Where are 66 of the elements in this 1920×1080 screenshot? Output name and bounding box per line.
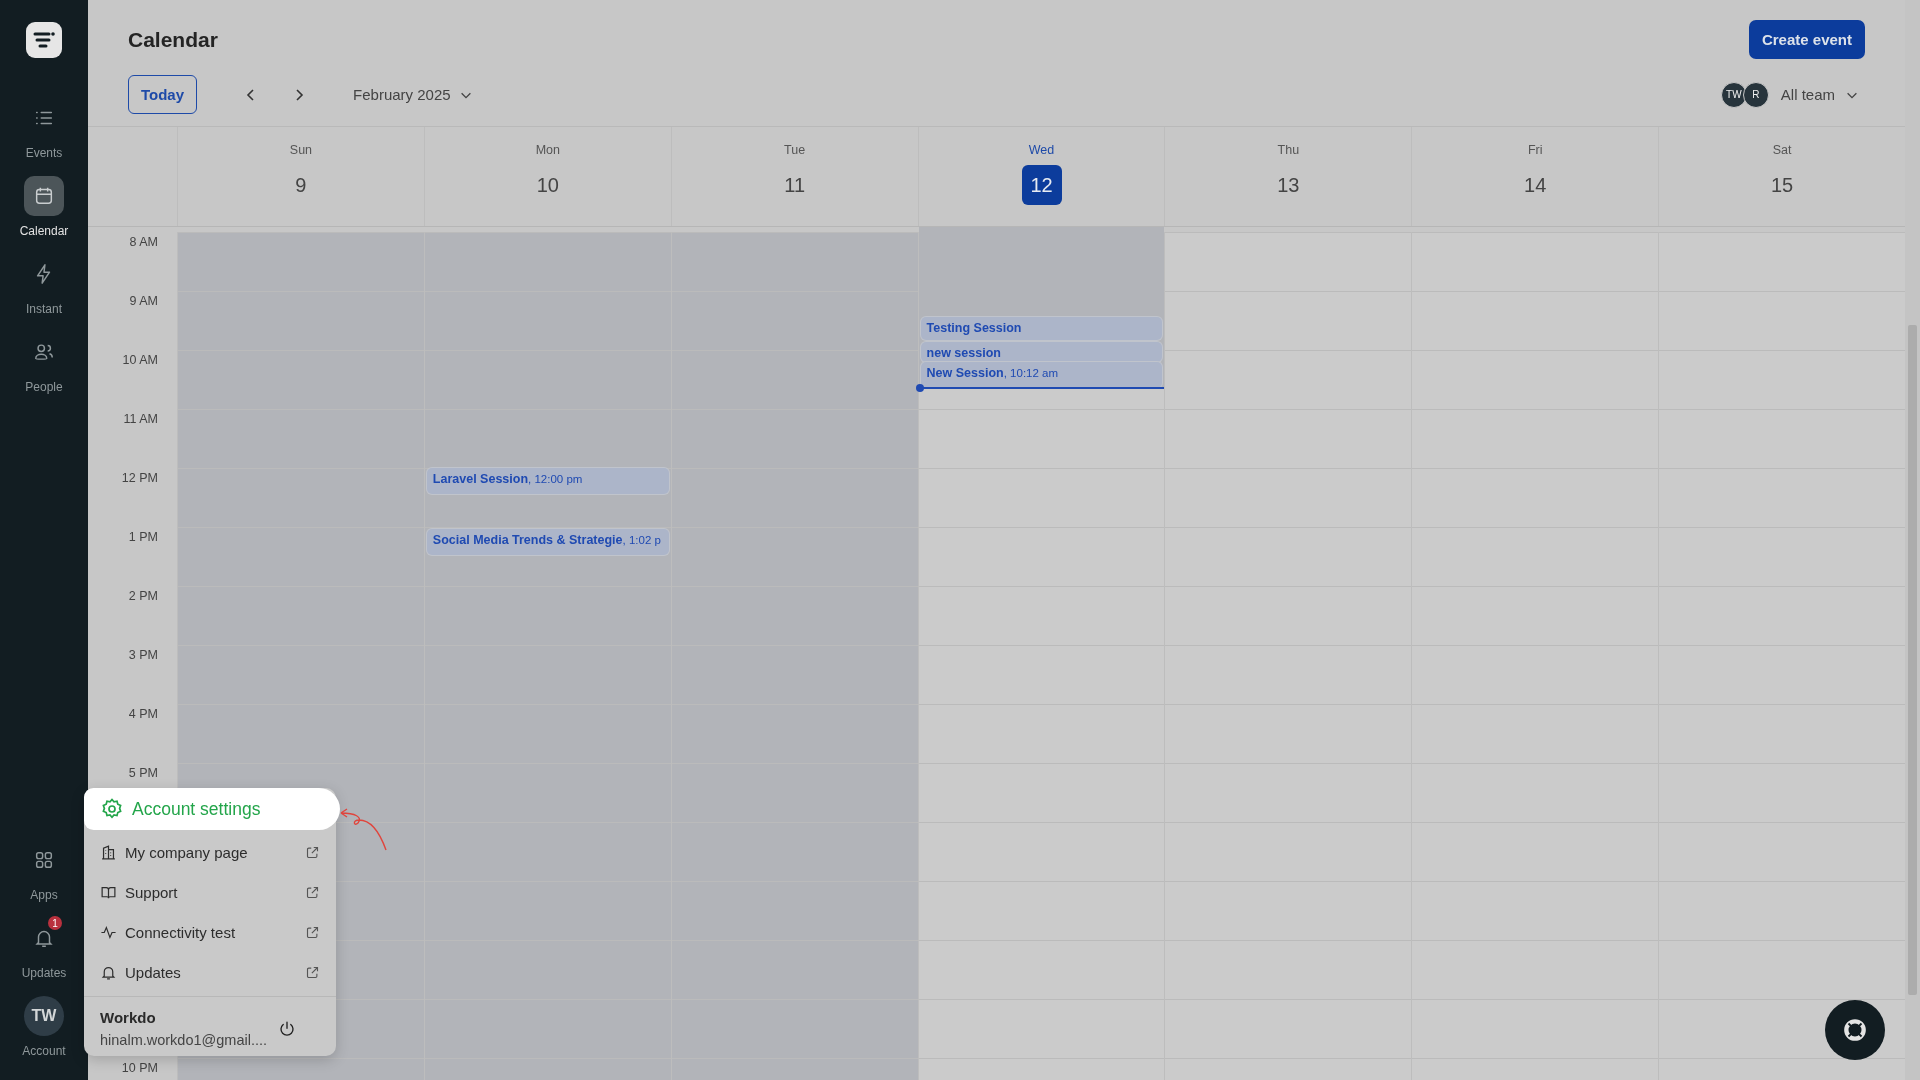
hour-label: 3 PM xyxy=(127,648,158,662)
logo-icon[interactable] xyxy=(26,22,62,58)
team-dropdown[interactable]: All team xyxy=(1774,85,1865,104)
month-picker[interactable]: February 2025 xyxy=(347,85,479,104)
external-link-icon xyxy=(305,924,320,940)
calendar-event[interactable]: New Session, 10:12 am xyxy=(920,361,1163,388)
external-link-icon xyxy=(305,884,320,900)
account-nav-item[interactable]: TW Account xyxy=(4,996,84,1058)
today-button[interactable]: Today xyxy=(128,75,198,114)
sidebar-nav-item[interactable]: Apps xyxy=(4,840,84,902)
team-avatar: TW xyxy=(1720,81,1747,108)
hour-label: 12 PM xyxy=(120,471,158,485)
hour-label: 4 PM xyxy=(127,707,158,721)
weekday-label: Tue xyxy=(784,143,806,157)
calendar-event[interactable]: Testing Session xyxy=(920,316,1163,340)
menu-item[interactable]: Updates xyxy=(84,952,336,992)
create-event-button[interactable]: Create event xyxy=(1748,20,1865,59)
hour-label: 1 PM xyxy=(127,530,158,544)
hour-label: 2 PM xyxy=(127,589,158,603)
day-number[interactable]: 10 xyxy=(527,165,568,205)
notification-badge: 1 xyxy=(48,916,62,930)
account-email: hinalm.workdo1@gmail.... xyxy=(100,1032,268,1048)
hour-label: 10 AM xyxy=(121,353,158,367)
weekday-label: Thu xyxy=(1277,143,1300,157)
weekday-label: Sat xyxy=(1772,143,1792,157)
weekday-label: Mon xyxy=(535,143,560,157)
calendar-icon xyxy=(33,185,55,207)
day-number[interactable]: 14 xyxy=(1515,165,1556,205)
menu-item[interactable]: Account settings xyxy=(84,788,340,830)
day-number[interactable]: 11 xyxy=(774,165,815,205)
hour-label: 11 AM xyxy=(122,412,158,426)
sidebar-nav-item[interactable]: 1 Updates xyxy=(4,918,84,980)
external-link-icon xyxy=(305,964,320,980)
avatar: TW xyxy=(24,996,64,1036)
menu-item[interactable]: Support xyxy=(84,872,336,912)
sidebar-nav-item[interactable]: Instant xyxy=(4,254,84,316)
team-avatar: R xyxy=(1742,81,1769,108)
account-name: Workdo xyxy=(100,1009,157,1026)
calendar-event[interactable]: Social Media Trends & Strategie, 1:02 p xyxy=(426,528,669,555)
hour-label: 9 AM xyxy=(128,294,158,308)
page-title: Calendar xyxy=(128,27,218,52)
activity-icon xyxy=(100,923,117,941)
hour-label: 10 PM xyxy=(120,1061,158,1075)
weekday-label: Wed xyxy=(1028,143,1055,157)
day-number[interactable]: 9 xyxy=(280,165,321,205)
building-icon xyxy=(100,843,117,861)
weekday-label: Sun xyxy=(289,143,313,157)
hour-label: 8 AM xyxy=(128,235,158,249)
weekday-label: Fri xyxy=(1527,143,1543,157)
calendar-event[interactable]: new session xyxy=(920,342,1163,363)
sidebar-nav-item[interactable]: Events xyxy=(4,98,84,160)
hour-label: 5 PM xyxy=(127,766,158,780)
power-icon[interactable] xyxy=(278,1019,296,1038)
menu-item[interactable]: My company page xyxy=(84,832,336,872)
menu-item[interactable]: Connectivity test xyxy=(84,912,336,952)
external-link-icon xyxy=(305,844,320,860)
sidebar-nav-item[interactable]: People xyxy=(4,332,84,394)
grid-icon xyxy=(33,849,55,871)
settings-icon xyxy=(100,797,124,821)
day-number[interactable]: 13 xyxy=(1268,165,1309,205)
day-number[interactable]: 15 xyxy=(1762,165,1803,205)
lifebuoy-icon xyxy=(1842,1017,1868,1043)
people-icon xyxy=(33,341,55,363)
calendar-event[interactable]: Laravel Session, 12:00 pm xyxy=(426,468,669,494)
sidebar-nav-item[interactable]: Calendar xyxy=(4,176,84,238)
day-number[interactable]: 12 xyxy=(1021,165,1062,205)
